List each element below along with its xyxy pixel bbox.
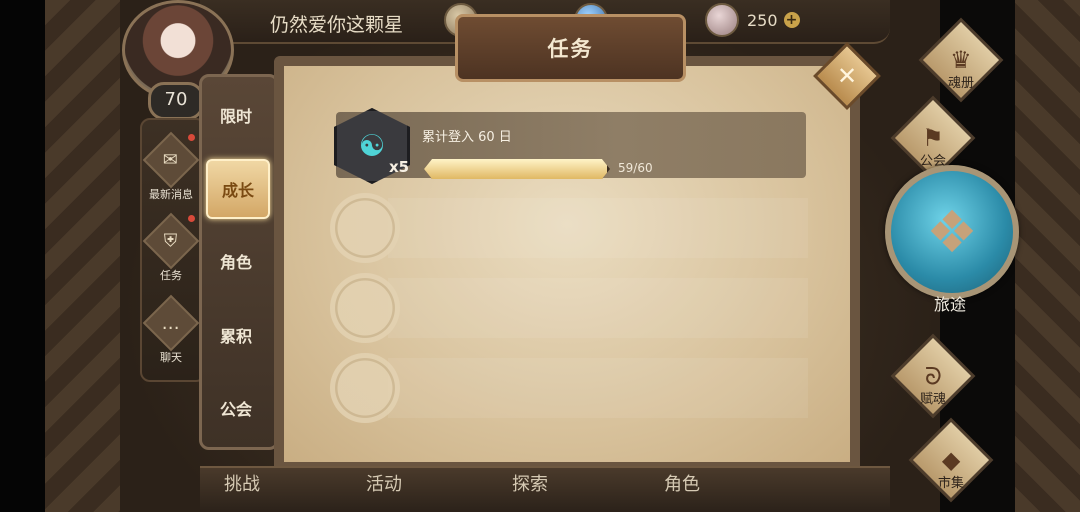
tab-limited[interactable]: 限时 (206, 87, 266, 143)
left-wall-decoration (45, 0, 120, 512)
empty-slot-icon (330, 353, 400, 423)
tab-growth[interactable]: 成长 (206, 159, 270, 219)
close-icon: ✕ (836, 61, 858, 90)
chat-bubble-icon: … (142, 294, 200, 352)
quest-progress-text: 59/60 (618, 161, 653, 175)
reward-count: x5 (389, 158, 410, 176)
bottom-nav-character[interactable]: 角色 (664, 470, 700, 496)
right-nav-soulbook[interactable]: ♛ 魂册 (918, 17, 1004, 103)
quest-progress-fill (424, 159, 607, 179)
bottom-nav-activity[interactable]: 活动 (366, 470, 402, 496)
empty-slot-icon (330, 273, 400, 343)
screen-edge (0, 0, 45, 512)
feather-value: 250 (747, 10, 778, 30)
tab-character[interactable]: 角色 (206, 233, 266, 289)
right-wall-decoration (1015, 0, 1080, 512)
menu-item-label: 任务 (160, 269, 182, 282)
panel-title: 任务 (547, 37, 594, 61)
menu-item-tasks[interactable]: ⛨ 任务 (140, 212, 202, 283)
feather-icon (705, 3, 739, 37)
empty-quest-row (388, 198, 808, 258)
player-name: 仍然爱你这颗星 (270, 14, 404, 36)
currency-feather[interactable]: 250 + (705, 3, 800, 37)
right-nav-journey[interactable]: ❖ 旅途 (885, 165, 1019, 335)
menu-item-label: 最新消息 (149, 188, 193, 201)
right-nav-label: 赋魂 (919, 392, 946, 407)
add-currency-icon[interactable]: + (783, 12, 800, 28)
bottom-nav-explore[interactable]: 探索 (512, 470, 548, 496)
level-badge: 70 (148, 82, 204, 120)
empty-quest-row (388, 278, 808, 338)
news-notification-dot (188, 134, 195, 141)
quest-progress-bar (424, 159, 610, 179)
right-nav-guild[interactable]: ⚑ 公会 (890, 95, 976, 181)
tasks-notification-dot (188, 215, 195, 222)
menu-item-news[interactable]: ✉ 最新消息 (140, 131, 202, 202)
game-screen: 仍然爱你这颗星 285 1815 250 + 70 ✉ 最新消息 ⛨ 任务 … … (0, 0, 1080, 512)
right-nav-market[interactable]: ◆ 市集 (908, 417, 994, 503)
empty-slot-icon (330, 193, 400, 263)
tab-guild[interactable]: 公会 (206, 380, 266, 436)
menu-item-label: 聊天 (160, 351, 182, 364)
quest-title: 累计登入 60 日 (422, 130, 512, 145)
right-nav-label: 魂册 (947, 76, 974, 91)
tab-accumulate[interactable]: 累积 (206, 307, 266, 363)
bottom-nav-challenge[interactable]: 挑战 (224, 470, 260, 496)
right-nav-label: 市集 (937, 476, 964, 491)
category-tabs: 限时 成长 角色 累积 公会 (199, 74, 279, 450)
journey-emblem-icon: ❖ (885, 165, 1019, 299)
empty-quest-row (388, 358, 808, 418)
menu-item-chat[interactable]: … 聊天 (140, 294, 202, 365)
panel-title-plate: 任务 (455, 14, 686, 82)
right-nav-ensoul[interactable]: ᘐ 赋魂 (890, 333, 976, 419)
journey-label: 旅途 (933, 295, 966, 314)
